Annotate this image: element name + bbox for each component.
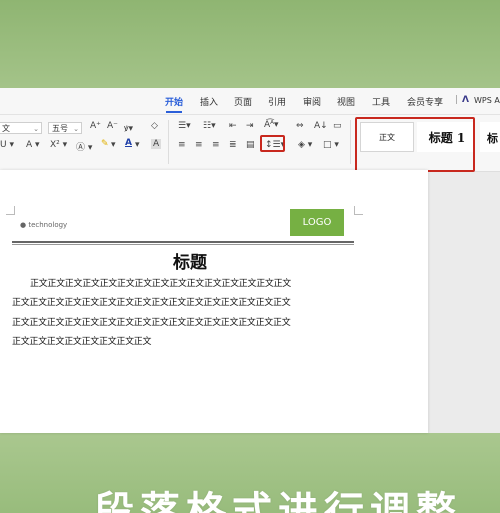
grow-font-icon[interactable]: A⁺ — [90, 121, 101, 131]
header-logo: LOGO — [290, 209, 344, 236]
strikethrough-icon[interactable]: A ▾ — [26, 140, 40, 150]
chevron-down-icon: ⌄ — [73, 125, 79, 133]
chevron-down-icon[interactable]: ▾ — [135, 140, 140, 150]
text-effect-icon[interactable]: Ⓐ ▾ — [76, 140, 92, 153]
char-shading-icon[interactable]: A — [151, 139, 162, 149]
superscript-icon[interactable]: X² ▾ — [50, 140, 67, 150]
align-right-icon[interactable]: ≡ — [212, 140, 220, 150]
styles-highlight — [355, 117, 475, 172]
tab-home[interactable]: 开始 — [165, 95, 183, 113]
clear-format-icon[interactable]: ◇ — [151, 121, 158, 131]
body-paragraph-line[interactable]: 正文正文正文正文正文正文正文正文正文正文正文正文正文正文正文正文 — [12, 295, 357, 308]
highlight-icon[interactable]: ✎ — [101, 139, 109, 149]
justify-icon[interactable]: ≣ — [229, 140, 237, 150]
font-color-icon[interactable]: A — [125, 138, 132, 148]
line-spacing-highlight — [260, 135, 285, 152]
tab-page[interactable]: 页面 — [234, 95, 252, 108]
chevron-down-icon[interactable]: ▾ — [111, 140, 116, 150]
tab-references[interactable]: 引用 — [268, 95, 286, 108]
decrease-indent-icon[interactable]: ⇤ — [229, 121, 237, 131]
chinese-layout-icon[interactable]: A͡ᴬ▾ — [264, 120, 279, 130]
tab-review[interactable]: 审阅 — [303, 95, 321, 108]
caption-text: 、段落格式进行调整 — [48, 489, 462, 513]
shading-icon[interactable]: ◈ ▾ — [298, 140, 312, 150]
align-left-icon[interactable]: ≡ — [178, 140, 186, 150]
chevron-down-icon: ⌄ — [33, 125, 39, 133]
font-name-select[interactable]: 文 ⌄ — [0, 122, 42, 134]
wps-ai-button[interactable]: WPS A — [474, 96, 500, 105]
font-size-select[interactable]: 五号 ⌄ — [48, 122, 82, 134]
shrink-font-icon[interactable]: A⁻ — [107, 121, 118, 131]
divider — [350, 120, 351, 164]
borders-icon[interactable]: □ ▾ — [323, 140, 339, 150]
show-marks-icon[interactable]: ⇔ — [296, 121, 304, 131]
header-rule — [12, 244, 354, 245]
body-paragraph-line[interactable]: 正文正文正文正文正文正文正文正文正文正文正文正文正文正文正文正文 — [12, 315, 357, 328]
document-title[interactable]: 标题 — [0, 248, 380, 273]
style-heading-2[interactable]: 标 — [480, 122, 500, 152]
tab-insert[interactable]: 插入 — [200, 95, 218, 108]
align-center-icon[interactable]: ≡ — [195, 140, 203, 150]
tab-member[interactable]: 会员专享 — [407, 95, 443, 108]
font-settings-icon[interactable]: ꝟ▾ — [124, 121, 133, 134]
wps-ai-icon[interactable]: Ʌ — [462, 95, 469, 105]
header-tagline: ● technology — [20, 221, 68, 229]
tab-view[interactable]: 视图 — [337, 95, 355, 108]
underline-icon[interactable]: U ▾ — [0, 140, 14, 150]
divider — [168, 120, 169, 164]
sort-icon[interactable]: A↓ — [314, 121, 328, 131]
increase-indent-icon[interactable]: ⇥ — [246, 121, 254, 131]
border-box-icon[interactable]: ▭ — [333, 121, 342, 131]
tab-tools[interactable]: 工具 — [372, 95, 390, 108]
menu-bar: 开始 插入 页面 引用 审阅 视图 工具 会员专享 | Ʌ WPS A — [0, 88, 500, 115]
distributed-icon[interactable]: ▤ — [246, 140, 255, 150]
divider: | — [455, 95, 459, 105]
header-rule — [12, 241, 354, 243]
body-paragraph-line[interactable]: 正文正文正文正文正文正文正文正文 — [12, 334, 357, 347]
numbered-list-icon[interactable]: ☷▾ — [203, 121, 216, 131]
margin-corner — [354, 206, 363, 215]
margin-corner — [6, 206, 15, 215]
body-paragraph-line[interactable]: 正文正文正文正文正文正文正文正文正文正文正文正文正文正文正文 — [30, 276, 357, 289]
bullet-list-icon[interactable]: ☰▾ — [178, 121, 191, 131]
